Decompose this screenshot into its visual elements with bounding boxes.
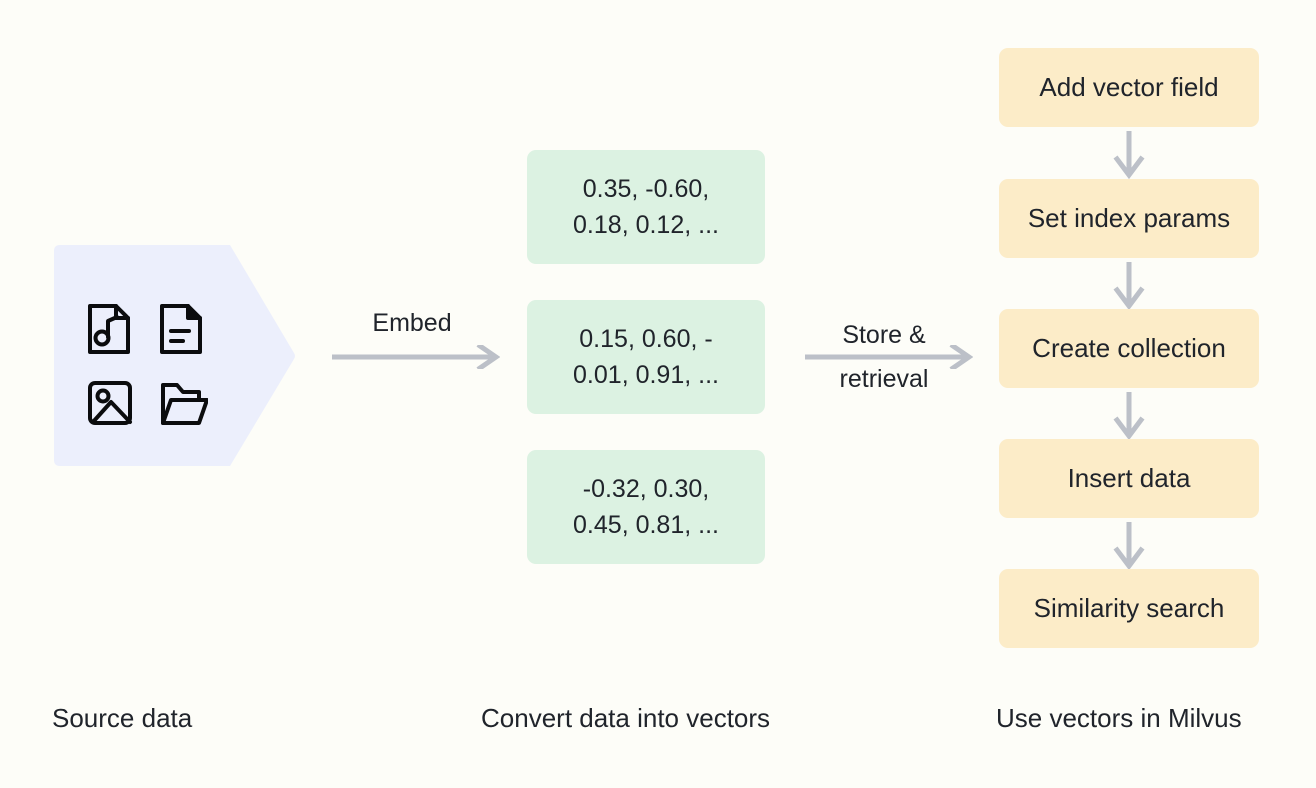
store-arrow-label-bottom: retrieval <box>803 364 965 395</box>
caption-convert-vectors: Convert data into vectors <box>481 703 770 734</box>
caption-source-data: Source data <box>52 703 192 734</box>
vector-chip: 0.15, 0.60, - 0.01, 0.91, ... <box>527 300 765 414</box>
vector-chip-text: -0.32, 0.30, 0.45, 0.81, ... <box>573 471 719 544</box>
step-arrow-down <box>1113 522 1145 570</box>
step-label: Add vector field <box>1039 72 1218 103</box>
image-file-icon <box>86 366 158 440</box>
vector-chip-text: 0.15, 0.60, - 0.01, 0.91, ... <box>573 321 719 394</box>
step-label: Similarity search <box>1034 593 1225 624</box>
vector-chip-text: 0.35, -0.60, 0.18, 0.12, ... <box>573 171 719 244</box>
retrieval-label-text: retrieval <box>840 365 929 393</box>
step-arrow-down <box>1113 392 1145 440</box>
embed-arrow-label: Embed <box>332 308 492 339</box>
step-create-collection[interactable]: Create collection <box>999 309 1259 388</box>
step-insert-data[interactable]: Insert data <box>999 439 1259 518</box>
diagram-canvas: Embed 0.35, -0.60, 0.18, 0.12, ... 0.15,… <box>0 0 1316 788</box>
step-label: Insert data <box>1068 463 1191 494</box>
step-arrow-down <box>1113 131 1145 179</box>
audio-file-icon <box>86 292 158 366</box>
folder-icon <box>158 366 230 440</box>
embed-arrow <box>332 345 500 369</box>
step-add-vector-field[interactable]: Add vector field <box>999 48 1259 127</box>
embed-label-text: Embed <box>372 309 451 337</box>
vector-chip: 0.35, -0.60, 0.18, 0.12, ... <box>527 150 765 264</box>
step-arrow-down <box>1113 262 1145 310</box>
step-label: Set index params <box>1028 203 1230 234</box>
step-similarity-search[interactable]: Similarity search <box>999 569 1259 648</box>
source-icon-grid <box>86 292 226 440</box>
vector-chip: -0.32, 0.30, 0.45, 0.81, ... <box>527 450 765 564</box>
step-set-index-params[interactable]: Set index params <box>999 179 1259 258</box>
caption-use-milvus: Use vectors in Milvus <box>996 703 1242 734</box>
document-file-icon <box>158 292 230 366</box>
step-label: Create collection <box>1032 333 1226 364</box>
